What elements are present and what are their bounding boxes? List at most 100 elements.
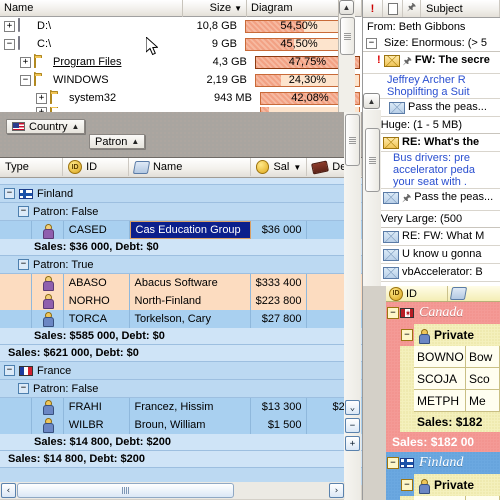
group-patron-label: Patron: True: [33, 258, 94, 271]
mail-list-item[interactable]: U know u gonna: [363, 246, 500, 264]
table-row[interactable]: ABASO Abacus Software $333 400: [0, 273, 362, 292]
subgroup-private-canada: Private: [414, 324, 500, 346]
table-row[interactable]: BOWNO Bow: [386, 346, 500, 368]
mail-list-item[interactable]: RE: FW: What M: [363, 228, 500, 246]
sort-ascending-icon[interactable]: ▲: [72, 122, 80, 131]
group-chip-country[interactable]: Country ▲: [6, 119, 86, 134]
mail-subject: U know u gonna: [402, 248, 482, 260]
scroll-left-button[interactable]: ‹: [1, 483, 16, 498]
expander-icon[interactable]: −: [18, 383, 29, 394]
table-row[interactable]: METPH Me: [386, 390, 500, 412]
column-header-name[interactable]: [448, 286, 500, 301]
expander-icon[interactable]: +: [4, 20, 15, 32]
tree-row[interactable]: + system32 943 MB 42,08%: [0, 89, 362, 107]
group-row-patron-true[interactable]: − Patron: True: [0, 256, 362, 274]
column-header-name[interactable]: Name: [129, 158, 251, 176]
tree-row[interactable]: − WINDOWS 2,19 GB 24,30%: [0, 71, 362, 89]
country-header-row-canada[interactable]: − Canada: [386, 302, 500, 324]
expander-icon[interactable]: −: [366, 37, 377, 49]
country-block-finland: − Finland − Private TORCA To: [386, 452, 500, 500]
scrollbar-thumb-horizontal[interactable]: [17, 483, 234, 498]
scrollbar-thumb[interactable]: [345, 114, 360, 166]
column-header-name[interactable]: Name: [0, 0, 183, 17]
table-row[interactable]: TORCA To: [386, 496, 500, 500]
expander-icon[interactable]: −: [401, 329, 413, 341]
subgroup-header-row-private[interactable]: − Private: [386, 324, 500, 346]
expander-icon[interactable]: −: [18, 259, 29, 270]
scrollbar-thumb[interactable]: [364, 128, 380, 192]
table-row[interactable]: NORHO North-Finland $223 800: [0, 291, 362, 310]
mail-list-item[interactable]: ! 🖈 FW: The secre: [363, 52, 500, 74]
person-icon: [42, 400, 55, 415]
column-header-attachment[interactable]: 🖈: [403, 0, 421, 17]
cell-id: TORCA: [63, 309, 130, 328]
table-row[interactable]: SCOJA Sco: [386, 368, 500, 390]
column-header-id[interactable]: ID ID: [386, 286, 448, 301]
expander-icon[interactable]: +: [36, 92, 47, 104]
expander-icon[interactable]: −: [4, 188, 15, 199]
mail-list-item[interactable]: vbAccelerator: B: [363, 264, 500, 282]
mail-group-header[interactable]: − Size: Enormous: (> 5: [363, 35, 500, 52]
cell-sal: $36 000: [250, 221, 308, 239]
table-row[interactable]: TORCA Torkelson, Cary $27 800: [0, 309, 362, 328]
name-tag-icon: [132, 160, 151, 174]
group-row-country-france[interactable]: − France: [0, 362, 362, 380]
tree-row-name[interactable]: Program Files: [53, 56, 121, 68]
scroll-right-button[interactable]: ›: [329, 483, 344, 498]
mail-scroll-up-button[interactable]: ▲: [363, 93, 381, 110]
cell-name-selected[interactable]: Cas Education Group: [129, 221, 251, 239]
tree-row[interactable]: − C:\ 9 GB 45,50%: [0, 35, 362, 53]
paperclip-icon: 🖈: [406, 2, 417, 13]
expander-icon[interactable]: −: [387, 457, 399, 469]
scrollbar-thumb[interactable]: [339, 17, 355, 55]
group-by-panel[interactable]: Country ▲ Patron ▲: [0, 112, 362, 158]
collapse-all-button[interactable]: −: [345, 418, 360, 433]
scroll-down-button[interactable]: ⌄: [345, 400, 360, 415]
cell-name: Sco: [466, 368, 500, 390]
column-header-type[interactable]: Type: [0, 158, 64, 176]
column-header-size[interactable]: Size ▼: [183, 0, 247, 17]
column-header-page[interactable]: [383, 0, 403, 17]
mail-group-header[interactable]: ze: Very Large: (500: [363, 211, 500, 228]
table-row[interactable]: FRAHI Francez, Hissim $13 300 $200: [0, 397, 362, 416]
group-chip-patron[interactable]: Patron ▲: [89, 134, 146, 149]
table-row[interactable]: CASED Cas Education Group $36 000: [0, 221, 362, 239]
group-row-patron-false[interactable]: − Patron: False: [0, 380, 362, 398]
group-row-patron-false[interactable]: − Patron: False: [0, 203, 362, 221]
grid-horizontal-scrollbar[interactable]: ‹ ›: [0, 482, 345, 499]
group-row-country-finland[interactable]: − Finland: [0, 185, 362, 203]
column-header-importance[interactable]: !: [363, 0, 383, 17]
expander-icon[interactable]: −: [387, 307, 399, 319]
name-tag-icon: [449, 287, 468, 300]
expander-icon[interactable]: −: [20, 74, 31, 86]
mail-group-header[interactable]: ze: Huge: (1 - 5 MB): [363, 117, 500, 134]
sort-descending-icon: ▼: [234, 3, 242, 13]
mail-list-item[interactable]: 🖈 Pass the peas...: [363, 189, 500, 211]
tree-row[interactable]: + Program Files 4,3 GB 47,75%: [0, 53, 362, 71]
table-row[interactable]: WILBR Broun, William $1 500: [0, 415, 362, 434]
country-header-row-finland[interactable]: − Finland: [386, 452, 500, 474]
mail-vertical-scrollbar[interactable]: [363, 110, 381, 286]
file-tree-scrollbar[interactable]: ▲: [338, 0, 355, 112]
expander-icon[interactable]: −: [4, 38, 15, 50]
expander-icon[interactable]: −: [401, 479, 413, 491]
column-header-subject[interactable]: Subject: [421, 0, 500, 17]
expander-icon[interactable]: −: [18, 206, 29, 217]
tree-row[interactable]: + D:\ 10,8 GB 54,50%: [0, 17, 362, 35]
column-header-sal[interactable]: Sal ▼: [251, 158, 308, 176]
grid-vertical-scrollbar[interactable]: ⌄ − +: [344, 112, 361, 500]
cell-id: METPH: [414, 390, 466, 412]
envelope-read-icon: [383, 192, 399, 204]
folder-icon: [34, 72, 36, 86]
subgroup-header-row-private[interactable]: − Private: [386, 474, 500, 496]
mail-subject: Pass the peas...: [408, 101, 487, 113]
scroll-up-button[interactable]: ▲: [339, 0, 354, 15]
mail-list-item[interactable]: RE: What's the: [363, 134, 500, 152]
column-header-id[interactable]: ID ID: [63, 158, 129, 176]
expander-icon[interactable]: +: [20, 56, 31, 68]
expand-all-button[interactable]: +: [345, 436, 360, 451]
mail-list-item[interactable]: Pass the peas...: [363, 99, 500, 117]
sort-ascending-icon[interactable]: ▲: [131, 137, 139, 146]
group-chip-country-label: Country: [29, 120, 68, 133]
expander-icon[interactable]: −: [4, 365, 15, 376]
